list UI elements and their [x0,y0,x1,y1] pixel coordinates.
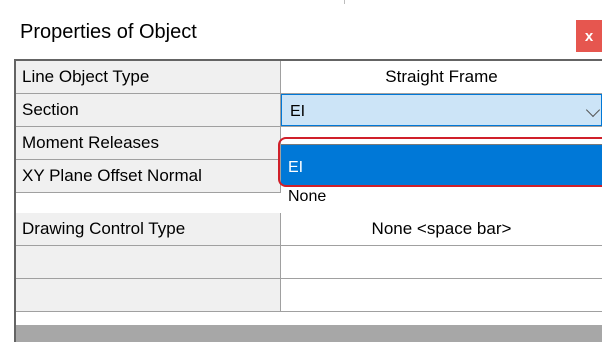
title-divider [344,0,345,4]
property-value [281,246,602,278]
property-label [16,246,281,278]
row-line-object-type: Line Object Type Straight Frame [16,61,602,94]
property-label: Line Object Type [16,61,281,93]
property-label: Section [16,94,281,126]
grid-footer [16,325,602,342]
property-value[interactable]: None <space bar> [281,213,602,245]
row-empty-1 [16,246,602,279]
combobox-value: EI [290,103,306,120]
dropdown-option-none[interactable]: None [281,185,602,212]
properties-dialog: Properties of Object x Line Object Type … [0,0,602,342]
property-label: XY Plane Offset Normal [16,160,281,192]
row-drawing-control-type: Drawing Control Type None <space bar> [16,213,602,246]
property-label: Drawing Control Type [16,213,281,245]
close-button[interactable]: x [576,20,602,52]
row-section: Section EI [16,94,602,127]
section-combobox[interactable]: EI [281,94,602,126]
property-label [16,279,281,311]
option-label: None [288,188,327,205]
window-title: Properties of Object [20,21,197,43]
highlight-annotation [278,137,602,187]
property-value [281,279,602,311]
chevron-down-icon[interactable] [585,102,601,118]
close-icon: x [584,27,594,45]
row-empty-2 [16,279,602,312]
title-bar: Properties of Object x [0,0,602,60]
property-label: Moment Releases [16,127,281,159]
property-value[interactable]: Straight Frame [281,61,602,93]
